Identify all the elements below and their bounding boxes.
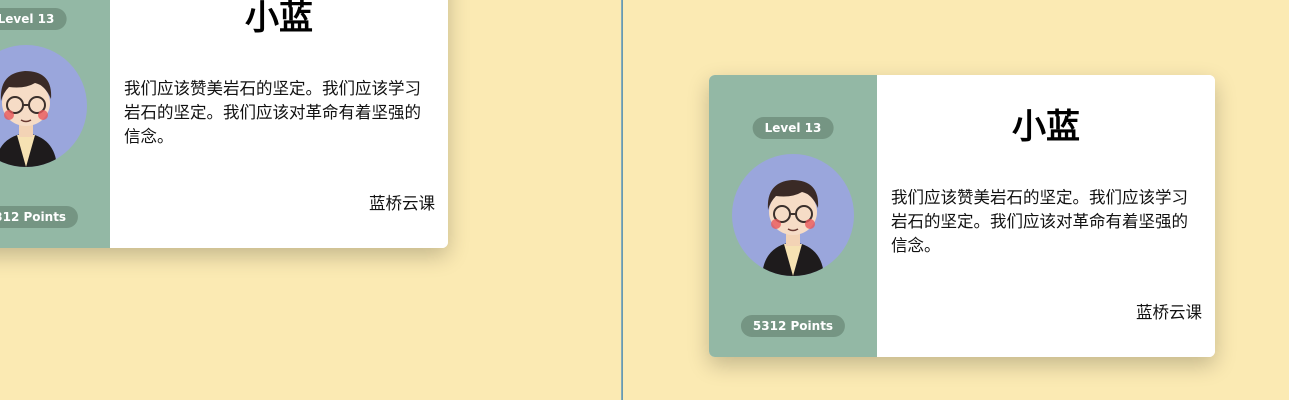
right-preview-pane: Level 13 5312 Points 小蓝 我们应该赞美岩石的坚定。我们应该… <box>623 0 1289 400</box>
card-name: 小蓝 <box>245 0 313 38</box>
points-badge: 5312 Points <box>740 315 846 337</box>
card-name: 小蓝 <box>1012 107 1080 147</box>
card-description: 我们应该赞美岩石的坚定。我们应该学习岩石的坚定。我们应该对革命有着坚强的信念。 <box>891 188 1188 255</box>
avatar <box>732 154 854 276</box>
card-description: 我们应该赞美岩石的坚定。我们应该学习岩石的坚定。我们应该对革命有着坚强的信念。 <box>124 79 421 146</box>
card-sidebar: Level 13 5312 Points <box>0 0 110 248</box>
card-content: 小蓝 我们应该赞美岩石的坚定。我们应该学习岩石的坚定。我们应该对革命有着坚强的信… <box>877 75 1215 357</box>
cartoon-boy-icon <box>762 180 824 276</box>
level-badge: Level 13 <box>0 8 67 30</box>
profile-card: Level 13 5312 Points 小蓝 我们应该赞美岩石的坚定。我们应该… <box>709 75 1215 357</box>
profile-card: Level 13 5312 Points 小蓝 我们应该赞美岩石的坚定。我们应该… <box>0 0 448 248</box>
card-content: 小蓝 我们应该赞美岩石的坚定。我们应该学习岩石的坚定。我们应该对革命有着坚强的信… <box>110 0 448 248</box>
left-preview-pane: Level 13 5312 Points 小蓝 我们应该赞美岩石的坚定。我们应该… <box>0 0 622 400</box>
card-footer: 蓝桥云课 <box>1136 303 1202 322</box>
cartoon-boy-icon <box>0 71 57 167</box>
card-footer: 蓝桥云课 <box>369 194 435 213</box>
level-badge: Level 13 <box>752 117 834 139</box>
card-sidebar: Level 13 5312 Points <box>709 75 877 357</box>
avatar <box>0 45 87 167</box>
points-badge: 5312 Points <box>0 206 79 228</box>
